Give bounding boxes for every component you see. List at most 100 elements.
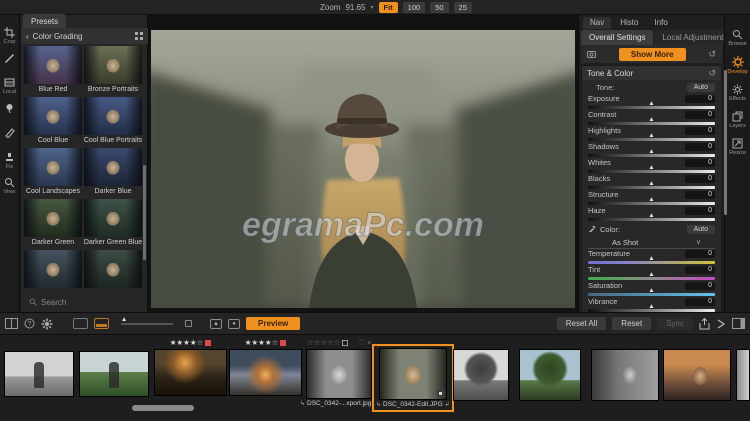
crop-tool[interactable]: Crop <box>4 27 16 45</box>
white-balance-dropdown[interactable]: As Shot ∨ <box>588 236 715 249</box>
canvas-area[interactable]: egramaPc.com <box>148 15 578 312</box>
right-panel-scrollbar[interactable] <box>724 70 727 215</box>
heart-icon[interactable]: ♡ <box>358 338 365 347</box>
slider-thumb[interactable]: ▲ <box>121 317 127 323</box>
text-tool[interactable] <box>4 52 15 70</box>
grid-view-icon[interactable] <box>135 32 143 40</box>
preset-item[interactable]: Cool Blue <box>24 97 82 146</box>
shadows-slider[interactable]: ▲ <box>588 154 715 157</box>
reset-button[interactable]: Reset <box>612 317 651 330</box>
star-rating[interactable]: ★★★★☆ <box>170 338 212 347</box>
color-label-red[interactable] <box>205 340 211 346</box>
star-rating[interactable]: ☆☆☆☆☆♡× <box>307 338 372 347</box>
preset-thumbnail[interactable] <box>84 46 142 84</box>
tint-slider[interactable]: ▲ <box>588 277 715 280</box>
contrast-value[interactable]: 0 <box>685 111 715 119</box>
preset-item[interactable] <box>84 250 142 292</box>
thumbnail-size-slider[interactable]: ▲ <box>121 323 173 325</box>
filmstrip-scrollbar[interactable] <box>132 405 194 411</box>
filmstrip-view-button[interactable] <box>94 318 109 329</box>
saturation-value[interactable]: 0 <box>685 282 715 290</box>
presets-scrollbar[interactable] <box>143 165 146 260</box>
local-adjust-tool[interactable]: Local <box>3 77 16 95</box>
zoom-fit-button[interactable]: Fit <box>379 2 398 13</box>
show-more-button[interactable]: Show More <box>619 48 686 61</box>
module-browse[interactable]: Browse <box>728 29 746 47</box>
vibrance-value[interactable]: 0 <box>685 298 715 306</box>
tone-auto-button[interactable]: Auto <box>687 83 715 92</box>
preset-item[interactable]: Cool Landscapes <box>24 148 82 197</box>
filmstrip-item[interactable]: ★★★★☆ <box>229 338 302 396</box>
reset-all-button[interactable]: Reset All <box>557 317 607 330</box>
haze-slider[interactable]: ▲ <box>588 218 715 221</box>
presets-tab[interactable]: Presets <box>23 14 66 28</box>
preset-item[interactable]: Darker Green <box>24 199 82 248</box>
tab-local-adjustments[interactable]: Local Adjustments <box>654 30 724 45</box>
preset-item[interactable]: Darker Green Blue <box>84 199 142 248</box>
preset-item[interactable]: Darker Blue <box>84 148 142 197</box>
preset-thumbnail[interactable] <box>24 148 82 186</box>
preset-item[interactable]: Cool Blue Portraits <box>84 97 142 146</box>
filmstrip-item[interactable] <box>79 351 149 397</box>
preset-thumbnail[interactable] <box>84 250 142 288</box>
highlights-slider[interactable]: ▲ <box>588 138 715 141</box>
preset-thumbnail[interactable] <box>84 148 142 186</box>
zoom-value[interactable]: 91.65 <box>345 3 365 12</box>
preset-search[interactable]: Search <box>21 294 148 310</box>
preset-thumbnail[interactable] <box>84 199 142 237</box>
filmstrip-item[interactable] <box>591 349 659 401</box>
color-auto-button[interactable]: Auto <box>687 225 715 234</box>
preview-button[interactable]: Preview <box>246 317 300 330</box>
tint-value[interactable]: 0 <box>685 266 715 274</box>
gamut-warning-icon[interactable]: ▲ <box>210 319 222 329</box>
soft-proof-icon[interactable]: ● <box>228 319 240 329</box>
preset-item[interactable]: Bronze Portraits <box>84 46 142 95</box>
contrast-slider[interactable]: ▲ <box>588 122 715 125</box>
whites-value[interactable]: 0 <box>685 159 715 167</box>
export-icon[interactable] <box>699 318 710 330</box>
module-effects[interactable]: Effects <box>729 84 746 102</box>
preset-item[interactable]: Blue Red <box>24 46 82 95</box>
filmstrip-item[interactable] <box>663 349 731 401</box>
zoom-25-button[interactable]: 25 <box>454 2 472 13</box>
exposure-value[interactable]: 0 <box>685 95 715 103</box>
filmstrip-item[interactable] <box>4 351 74 397</box>
tab-info[interactable]: Info <box>647 17 674 29</box>
color-label-red[interactable] <box>280 340 286 346</box>
blacks-slider[interactable]: ▲ <box>588 186 715 189</box>
zoom-100-button[interactable]: 100 <box>403 2 426 13</box>
filmstrip-item[interactable]: ★★★★☆ <box>154 338 227 396</box>
preset-thumbnail[interactable] <box>24 97 82 135</box>
zoom-50-button[interactable]: 50 <box>430 2 448 13</box>
checkbox[interactable] <box>185 320 192 327</box>
exposure-slider[interactable]: ▲ <box>588 106 715 109</box>
tone-color-reset-icon[interactable]: ↺ <box>708 68 716 79</box>
filmstrip-item-selected[interactable]: ↳DSC_0342-Edit.JPG↲ <box>372 344 454 412</box>
settings-gear-icon[interactable] <box>41 318 53 330</box>
masking-brush-tool[interactable] <box>4 102 15 120</box>
slider-thumb[interactable]: ▲ <box>648 101 654 107</box>
preset-item[interactable] <box>24 250 82 292</box>
blacks-value[interactable]: 0 <box>685 175 715 183</box>
reject-x-icon[interactable]: × <box>367 338 371 347</box>
eraser-tool[interactable] <box>4 127 15 145</box>
filmstrip-item[interactable]: ☆☆☆☆☆♡× ↳DSC_0342-...xport.jpg↲ <box>300 338 378 409</box>
module-develop[interactable]: Develop <box>727 56 747 75</box>
highlights-value[interactable]: 0 <box>685 127 715 135</box>
module-layers[interactable]: Layers <box>729 111 746 129</box>
share-arrow-icon[interactable] <box>716 319 726 329</box>
preset-thumbnail[interactable] <box>24 46 82 84</box>
back-chevron-icon[interactable]: ‹ <box>26 32 29 41</box>
tab-overall-settings[interactable]: Overall Settings <box>581 30 653 45</box>
preset-thumbnail[interactable] <box>84 97 142 135</box>
structure-value[interactable]: 0 <box>685 191 715 199</box>
saturation-slider[interactable]: ▲ <box>588 293 715 296</box>
tab-histo[interactable]: Histo <box>613 17 645 29</box>
reset-settings-icon[interactable]: ↺ <box>708 49 716 60</box>
star-rating[interactable]: ★★★★☆ <box>245 338 287 347</box>
compare-view-icon[interactable] <box>5 318 18 329</box>
panel-toggle-icon[interactable] <box>732 318 745 329</box>
filmstrip-item[interactable] <box>736 349 750 401</box>
eyedropper-icon[interactable] <box>588 225 596 233</box>
tab-nav[interactable]: Nav <box>583 17 611 29</box>
